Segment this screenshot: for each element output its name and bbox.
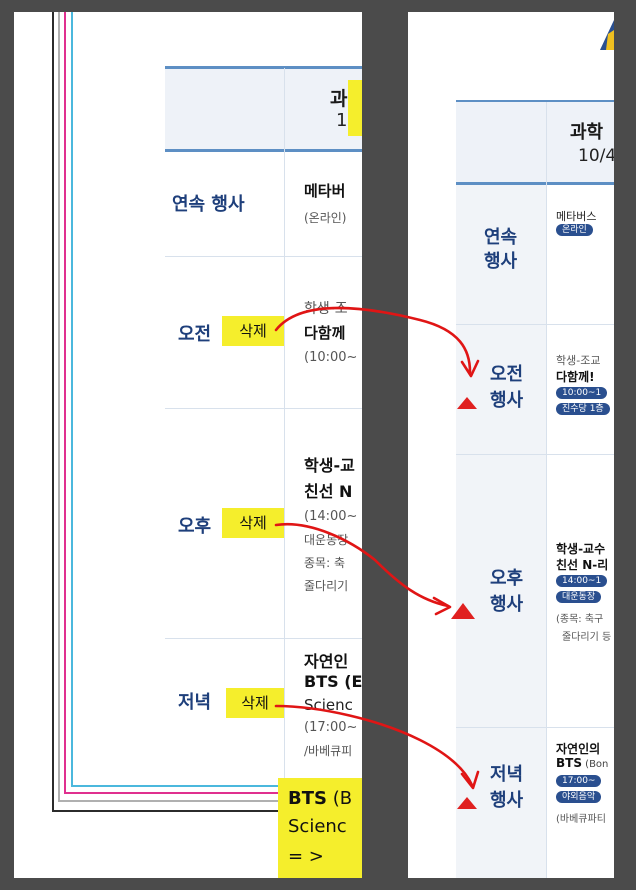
red-curved-arrow [274, 704, 474, 787]
red-curved-arrow [274, 522, 450, 608]
annotation-arrows [274, 306, 480, 790]
red-arrowhead [432, 596, 452, 616]
red-curved-arrow [274, 306, 472, 374]
